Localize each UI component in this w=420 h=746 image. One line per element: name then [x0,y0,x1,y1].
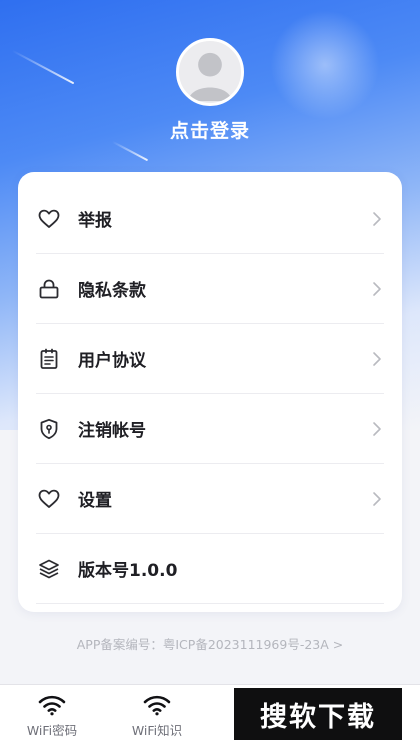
lock-icon [36,276,62,302]
chevron-right-icon [370,419,384,439]
menu-item-report[interactable]: 举报 [36,184,384,254]
login-link[interactable]: 点击登录 [0,116,420,143]
menu-item-delete-account[interactable]: 注销帐号 [36,394,384,464]
layers-icon [36,556,62,582]
heart-icon [36,486,62,512]
wifi-icon [38,695,66,715]
menu-item-label: 用户协议 [78,351,146,371]
menu-item-label: 注销帐号 [78,421,146,441]
menu-item-settings[interactable]: 设置 [36,464,384,534]
heart-icon [36,206,62,232]
menu-item-label: 举报 [78,211,112,231]
decorative-streak [111,140,149,162]
tab-wifi-knowledge[interactable]: WiFi知识 [107,685,207,746]
menu-item-version: 版本号1.0.0 [36,534,384,604]
avatar[interactable] [176,38,244,106]
chevron-right-icon [370,279,384,299]
settings-menu-card: 举报 隐私条款 用户协议 注销帐号 设置 版本号1.0.0 [18,172,402,612]
icp-record-link[interactable]: APP备案编号：粤ICP备2023111969号-23A > [0,634,420,653]
menu-item-label: 隐私条款 [78,281,146,301]
decorative-sparkle [270,10,380,120]
clipboard-icon [36,346,62,372]
menu-item-privacy[interactable]: 隐私条款 [36,254,384,324]
tab-label: WiFi密码 [26,722,78,738]
user-silhouette-icon [188,52,232,102]
tab-wifi-password[interactable]: WiFi密码 [2,685,102,746]
chevron-right-icon [370,349,384,369]
version-label: 版本号1.0.0 [78,561,178,581]
watermark-logo: 搜软下载 [234,688,402,740]
decorative-streak [11,49,75,85]
menu-item-user-agreement[interactable]: 用户协议 [36,324,384,394]
chevron-right-icon [370,489,384,509]
shield-icon [36,416,62,442]
wifi-icon [143,695,171,715]
chevron-right-icon [370,209,384,229]
tab-label: WiFi知识 [131,722,183,738]
menu-item-label: 设置 [78,491,112,511]
